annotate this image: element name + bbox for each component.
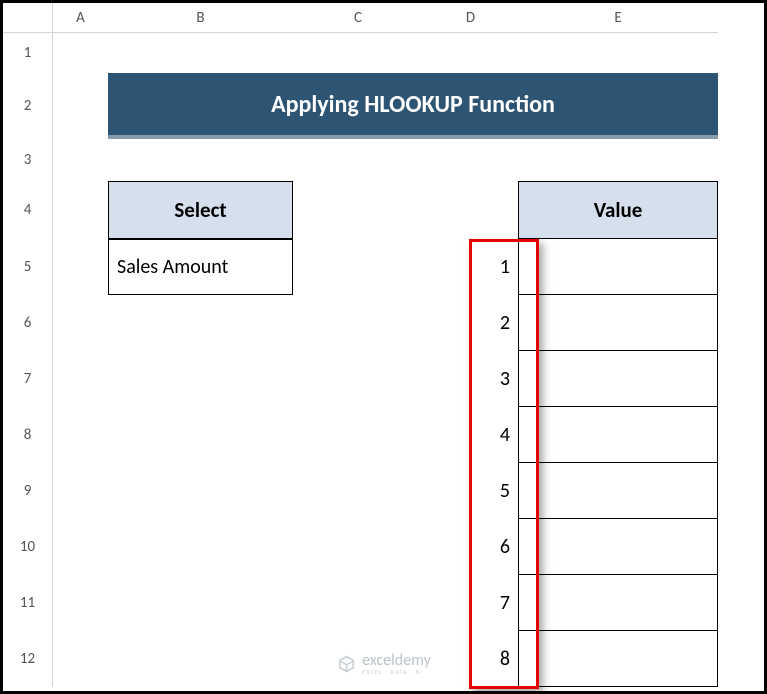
watermark-main: exceldemy: [362, 653, 431, 669]
value-row-3: [518, 351, 718, 407]
row-header-3[interactable]: 3: [3, 139, 53, 181]
col-header-c[interactable]: C: [293, 3, 423, 33]
cell-e10[interactable]: [518, 519, 718, 575]
cell-e12[interactable]: [518, 631, 718, 687]
cell-a5[interactable]: [53, 239, 108, 295]
row-header-6[interactable]: 6: [3, 295, 53, 351]
value-header: Value: [518, 181, 718, 239]
value-row-5: [518, 463, 718, 519]
cell-b1[interactable]: [108, 33, 293, 73]
cell-d4[interactable]: [423, 181, 518, 239]
value-row-7: [518, 575, 718, 631]
cell-c7[interactable]: [293, 351, 423, 407]
cell-b12[interactable]: [108, 631, 293, 687]
col-header-a[interactable]: A: [53, 3, 108, 33]
watermark: exceldemy EXCEL · DATA · BI: [336, 653, 431, 675]
col-header-d[interactable]: D: [423, 3, 518, 33]
row-header-11[interactable]: 11: [3, 575, 53, 631]
cell-a1[interactable]: [53, 33, 108, 73]
cell-c6[interactable]: [293, 295, 423, 351]
number-5: 5: [423, 463, 518, 519]
cell-d11[interactable]: 7: [423, 575, 518, 631]
value-row-8: [518, 631, 718, 687]
cell-a9[interactable]: [53, 463, 108, 519]
title-cell[interactable]: Applying HLOOKUP Function: [108, 73, 718, 139]
select-header: Select: [108, 181, 293, 239]
cell-b8[interactable]: [108, 407, 293, 463]
cell-e11[interactable]: [518, 575, 718, 631]
cell-c8[interactable]: [293, 407, 423, 463]
cell-d10[interactable]: 6: [423, 519, 518, 575]
cell-d7[interactable]: 3: [423, 351, 518, 407]
col-header-b[interactable]: B: [108, 3, 293, 33]
number-2: 2: [423, 295, 518, 351]
cell-a2[interactable]: [53, 73, 108, 139]
cell-d12[interactable]: 8: [423, 631, 518, 687]
cell-b7[interactable]: [108, 351, 293, 407]
cell-a7[interactable]: [53, 351, 108, 407]
cell-c5[interactable]: [293, 239, 423, 295]
cell-a3[interactable]: [53, 139, 108, 181]
cell-c1[interactable]: [293, 33, 423, 73]
select-value-cell[interactable]: Sales Amount: [108, 239, 293, 295]
cell-e9[interactable]: [518, 463, 718, 519]
row-header-12[interactable]: 12: [3, 631, 53, 687]
row-header-4[interactable]: 4: [3, 181, 53, 239]
row-header-5[interactable]: 5: [3, 239, 53, 295]
value-row-2: [518, 295, 718, 351]
value-row-6: [518, 519, 718, 575]
cell-a6[interactable]: [53, 295, 108, 351]
row-header-7[interactable]: 7: [3, 351, 53, 407]
value-row-4: [518, 407, 718, 463]
cell-a11[interactable]: [53, 575, 108, 631]
page-title: Applying HLOOKUP Function: [108, 73, 718, 139]
cell-d3[interactable]: [423, 139, 518, 181]
col-header-e[interactable]: E: [518, 3, 718, 33]
select-value: Sales Amount: [108, 239, 293, 295]
number-7: 7: [423, 575, 518, 631]
cell-c4[interactable]: [293, 181, 423, 239]
cell-c10[interactable]: [293, 519, 423, 575]
cell-e8[interactable]: [518, 407, 718, 463]
number-3: 3: [423, 351, 518, 407]
value-row-1: [518, 239, 718, 295]
row-header-2[interactable]: 2: [3, 73, 53, 139]
cell-a4[interactable]: [53, 181, 108, 239]
row-header-10[interactable]: 10: [3, 519, 53, 575]
cell-e5[interactable]: [518, 239, 718, 295]
cell-d5[interactable]: 1: [423, 239, 518, 295]
row-header-8[interactable]: 8: [3, 407, 53, 463]
cell-c11[interactable]: [293, 575, 423, 631]
cell-a10[interactable]: [53, 519, 108, 575]
cell-c3[interactable]: [293, 139, 423, 181]
corner-cell[interactable]: [3, 3, 53, 33]
cell-d8[interactable]: 4: [423, 407, 518, 463]
cell-e1[interactable]: [518, 33, 718, 73]
cell-a8[interactable]: [53, 407, 108, 463]
number-4: 4: [423, 407, 518, 463]
row-header-1[interactable]: 1: [3, 33, 53, 73]
number-6: 6: [423, 519, 518, 575]
number-1: 1: [423, 239, 518, 295]
cell-b6[interactable]: [108, 295, 293, 351]
cell-d1[interactable]: [423, 33, 518, 73]
cell-e3[interactable]: [518, 139, 718, 181]
cell-e7[interactable]: [518, 351, 718, 407]
cell-b10[interactable]: [108, 519, 293, 575]
cell-b11[interactable]: [108, 575, 293, 631]
cell-b9[interactable]: [108, 463, 293, 519]
number-8: 8: [423, 631, 518, 687]
cell-d6[interactable]: 2: [423, 295, 518, 351]
value-header-cell[interactable]: Value: [518, 181, 718, 239]
cell-a12[interactable]: [53, 631, 108, 687]
cell-b3[interactable]: [108, 139, 293, 181]
cell-d9[interactable]: 5: [423, 463, 518, 519]
cube-icon: [336, 654, 356, 674]
cell-c9[interactable]: [293, 463, 423, 519]
select-header-cell[interactable]: Select: [108, 181, 293, 239]
watermark-sub: EXCEL · DATA · BI: [362, 669, 431, 675]
row-header-9[interactable]: 9: [3, 463, 53, 519]
cell-e6[interactable]: [518, 295, 718, 351]
